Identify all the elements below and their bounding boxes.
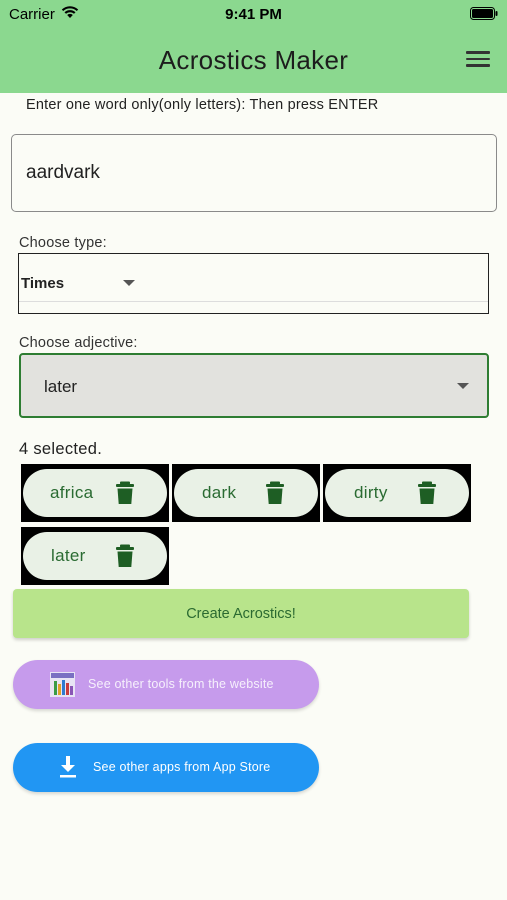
chip-body: later — [23, 532, 167, 580]
page-title: Acrostics Maker — [158, 45, 349, 75]
chip-africa: africa — [21, 464, 169, 522]
chip-body: africa — [23, 469, 167, 517]
chip-label: dirty — [354, 483, 388, 502]
dropdown-caret-icon — [123, 280, 135, 286]
type-selected-value: Times — [21, 275, 65, 292]
word-input[interactable] — [11, 134, 497, 212]
adjective-label: Choose adjective: — [19, 335, 138, 351]
chip-label: africa — [50, 483, 94, 502]
dropdown-underline — [19, 301, 488, 302]
chip-body: dirty — [325, 469, 469, 517]
type-label: Choose type: — [19, 235, 107, 251]
app-header: Carrier 9:41 PM Acrostics Maker — [0, 0, 507, 93]
adjective-selected-value: later — [44, 377, 78, 396]
download-icon — [60, 756, 76, 778]
adjective-dropdown[interactable]: later — [19, 353, 489, 418]
chip-dirty: dirty — [323, 464, 471, 522]
website-logo-icon — [50, 672, 75, 697]
hamburger-menu-icon[interactable] — [464, 48, 492, 72]
chip-body: dark — [174, 469, 318, 517]
delete-icon[interactable] — [417, 481, 437, 505]
chip-label: dark — [202, 483, 237, 502]
website-tools-button[interactable]: See other tools from the website — [13, 660, 319, 709]
status-time: 9:41 PM — [225, 6, 282, 23]
type-dropdown[interactable]: Times — [18, 253, 489, 314]
battery-icon — [470, 7, 498, 20]
chip-later: later — [21, 527, 169, 585]
status-bar: Carrier 9:41 PM — [0, 0, 507, 28]
chip-dark: dark — [172, 464, 320, 522]
website-button-label: See other tools from the website — [88, 677, 274, 691]
instruction-text: Enter one word only(only letters): Then … — [26, 97, 379, 113]
app-store-button-label: See other apps from App Store — [93, 760, 271, 774]
delete-icon[interactable] — [265, 481, 285, 505]
app-store-button[interactable]: See other apps from App Store — [13, 743, 319, 792]
create-acrostics-button[interactable]: Create Acrostics! — [13, 589, 469, 638]
delete-icon[interactable] — [115, 544, 135, 568]
selected-count: 4 selected. — [19, 440, 103, 458]
dropdown-caret-icon — [457, 383, 469, 389]
delete-icon[interactable] — [115, 481, 135, 505]
chip-label: later — [51, 546, 86, 565]
